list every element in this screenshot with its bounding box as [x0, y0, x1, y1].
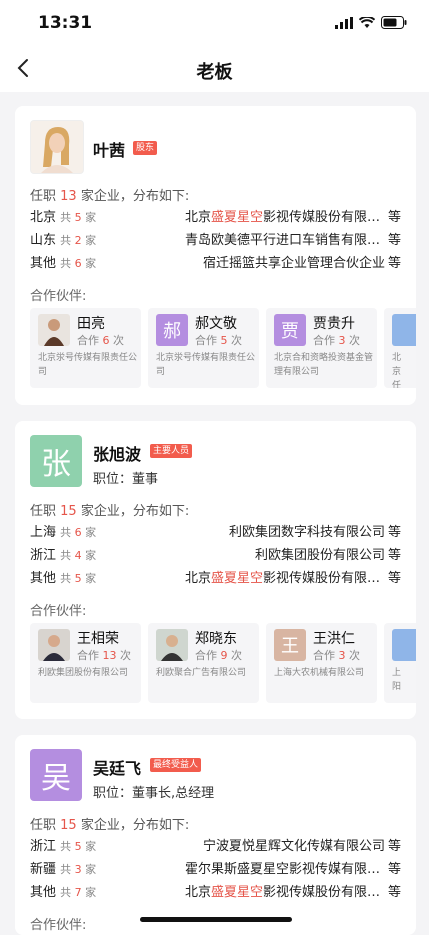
company-name: 利欧集团股份有限公司	[254, 548, 385, 563]
avatar: 张	[30, 435, 82, 487]
cooperation-count: 合作 6 次	[77, 334, 124, 347]
status-time: 13:31	[38, 13, 93, 33]
battery-icon	[381, 16, 407, 29]
key-person-tag: 主要人员	[150, 444, 193, 458]
avatar	[30, 120, 84, 174]
cooperation-count: 合作 5 次	[195, 334, 242, 347]
person-card[interactable]: 叶茜 股东 任职 13 家企业，分布如下: 北京 共 5 家 北京盛夏星空影视传…	[15, 106, 416, 405]
shareholder-tag: 股东	[133, 141, 158, 155]
region-row[interactable]: 其他 共 7 家 北京盛夏星空影视传媒股份有限公司 等	[30, 881, 401, 903]
company-name: 宿迁摇篮共享企业管理合伙企业	[202, 256, 385, 271]
nav-bar: 老板	[0, 46, 429, 92]
partner-company: 上海大农机械有限公司	[274, 668, 365, 678]
status-bar: 13:31	[0, 0, 429, 46]
partner-photo	[38, 629, 70, 661]
summary: 任职 15 家企业，分布如下:	[30, 504, 190, 519]
partner-card[interactable]: 郑晓东 合作 9 次 利欧聚合广告有限公司	[148, 623, 259, 703]
person-card[interactable]: 吴 吴廷飞 最终受益人 职位：董事长,总经理 任职 15 家企业，分布如下: 浙…	[15, 735, 416, 935]
person-name[interactable]: 叶茜	[93, 137, 125, 161]
region-row[interactable]: 浙江 共 5 家 宁波夏悦星辉文化传媒有限公司 等	[30, 835, 401, 857]
summary: 任职 13 家企业，分布如下:	[30, 189, 190, 204]
person-name[interactable]: 吴廷飞	[93, 755, 141, 779]
partner-company: 北京泶号传媒有限责任公司	[156, 353, 256, 377]
cooperation-count: 合作 9 次	[195, 649, 242, 662]
partner-name: 王相荣	[77, 631, 119, 647]
partner-photo	[38, 314, 70, 346]
cooperation-count: 合作 3 次	[313, 649, 360, 662]
company-name: 北京盛夏星空影视传媒股份有限公司	[185, 210, 385, 225]
summary: 任职 15 家企业，分布如下:	[30, 818, 190, 833]
cooperation-count: 合作 13 次	[77, 649, 131, 662]
partner-avatar	[392, 629, 416, 661]
partner-name: 贾贵升	[313, 316, 355, 332]
company-name: 利欧集团数字科技有限公司	[228, 525, 385, 540]
signal-icon	[335, 16, 353, 29]
partner-name: 王洪仁	[313, 631, 355, 647]
partner-card[interactable]: 王 王洪仁 合作 3 次 上海大农机械有限公司	[266, 623, 377, 703]
company-name: 霍尔果斯盛夏星空影视传媒有限公司	[185, 862, 385, 877]
partner-avatar: 贾	[274, 314, 306, 346]
cooperation-count: 合作 3 次	[313, 334, 360, 347]
person-card[interactable]: 张 张旭波 主要人员 职位：董事 任职 15 家企业，分布如下: 上海 共 6 …	[15, 421, 416, 719]
partner-company: 上阳	[392, 668, 402, 692]
partner-company: 北京合和资略投资基金管理有限公司	[274, 353, 374, 377]
beneficiary-tag: 最终受益人	[150, 758, 202, 772]
home-indicator[interactable]	[140, 917, 292, 922]
partner-card[interactable]: 北京任	[384, 308, 416, 388]
partners-label: 合作伙伴:	[30, 289, 87, 304]
position: 职位：董事长,总经理	[93, 786, 215, 801]
region-row[interactable]: 山东 共 2 家 青岛欧美德平行进口车销售有限公司 等	[30, 229, 401, 251]
region-row[interactable]: 其他 共 6 家 宿迁摇篮共享企业管理合伙企业 等	[30, 252, 401, 274]
person-photo	[31, 121, 83, 173]
partner-company: 北京泶号传媒有限责任公司	[38, 353, 138, 377]
company-name: 北京盛夏星空影视传媒股份有限公司	[185, 885, 385, 900]
partner-name: 田亮	[77, 316, 105, 332]
company-name: 北京盛夏星空影视传媒股份有限公司	[185, 571, 385, 586]
person-name[interactable]: 张旭波	[93, 441, 141, 465]
partners-label: 合作伙伴:	[30, 604, 87, 619]
partner-avatar: 王	[274, 629, 306, 661]
page-title: 老板	[196, 62, 233, 83]
region-row[interactable]: 其他 共 5 家 北京盛夏星空影视传媒股份有限公司 等	[30, 567, 401, 589]
partners-list: 王相荣 合作 13 次 利欧集团股份有限公司 郑晓东 合作 9 次 利欧聚合广告…	[30, 623, 416, 703]
partner-card[interactable]: 贾 贾贵升 合作 3 次 北京合和资略投资基金管理有限公司	[266, 308, 377, 388]
region-row[interactable]: 北京 共 5 家 北京盛夏星空影视传媒股份有限公司 等	[30, 206, 401, 228]
region-row[interactable]: 上海 共 6 家 利欧集团数字科技有限公司 等	[30, 521, 401, 543]
partner-photo	[156, 629, 188, 661]
partner-company: 利欧聚合广告有限公司	[156, 668, 247, 678]
status-icons	[335, 16, 407, 29]
partner-avatar	[392, 314, 416, 346]
partner-card[interactable]: 上阳	[384, 623, 416, 703]
partner-card[interactable]: 郝 郝文敬 合作 5 次 北京泶号传媒有限责任公司	[148, 308, 259, 388]
partner-name: 郝文敬	[195, 316, 237, 332]
partners-list: 田亮 合作 6 次 北京泶号传媒有限责任公司 郝 郝文敬 合作 5 次 北京泶号…	[30, 308, 416, 388]
region-row[interactable]: 新疆 共 3 家 霍尔果斯盛夏星空影视传媒有限公司 等	[30, 858, 401, 880]
wifi-icon	[359, 16, 375, 28]
partner-avatar: 郝	[156, 314, 188, 346]
position: 职位：董事	[93, 472, 159, 487]
company-name: 青岛欧美德平行进口车销售有限公司	[185, 233, 385, 248]
partner-card[interactable]: 田亮 合作 6 次 北京泶号传媒有限责任公司	[30, 308, 141, 388]
partner-card[interactable]: 王相荣 合作 13 次 利欧集团股份有限公司	[30, 623, 141, 703]
region-row[interactable]: 浙江 共 4 家 利欧集团股份有限公司 等	[30, 544, 401, 566]
avatar: 吴	[30, 749, 82, 801]
partner-company: 利欧集团股份有限公司	[38, 668, 129, 678]
company-name: 宁波夏悦星辉文化传媒有限公司	[202, 839, 385, 854]
partner-name: 郑晓东	[195, 631, 237, 647]
partner-company: 北京任	[392, 353, 402, 388]
partners-label: 合作伙伴:	[30, 918, 87, 933]
